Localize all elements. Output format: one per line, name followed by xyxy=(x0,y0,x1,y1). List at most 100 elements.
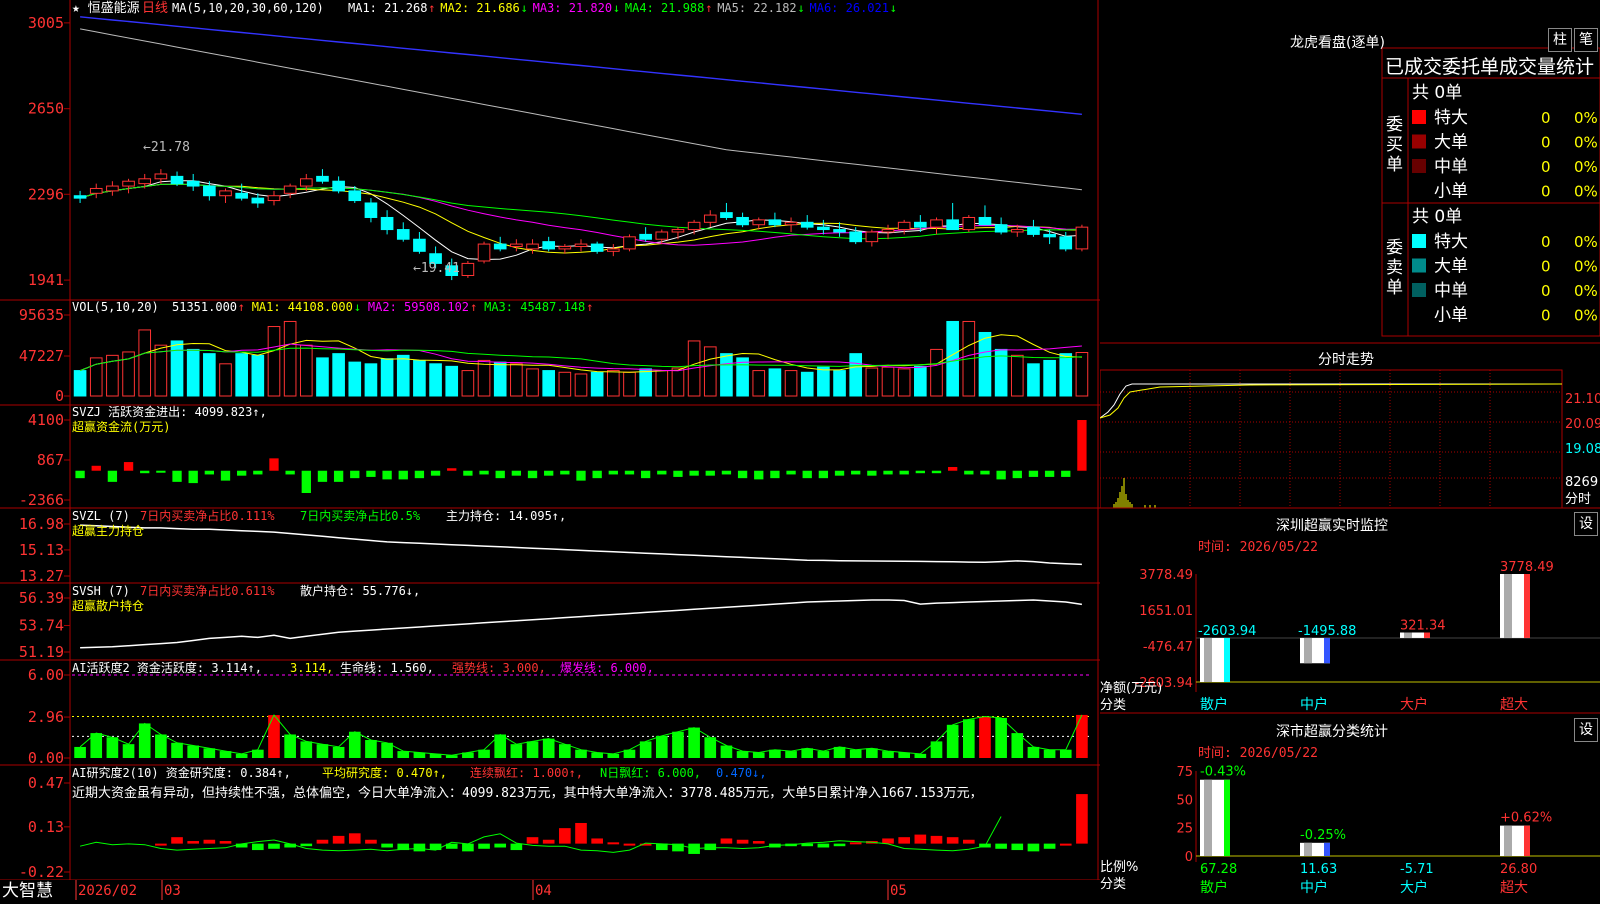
candle-body xyxy=(510,243,523,247)
ai-research-bar xyxy=(833,843,846,847)
ai-activity-bar xyxy=(478,749,490,758)
ai2-title-b: 平均研究度: 0.470↑, xyxy=(322,765,447,780)
candle-body xyxy=(348,190,362,202)
volume-bar xyxy=(267,326,281,397)
ma6-line xyxy=(80,16,1082,115)
candle-body xyxy=(590,243,604,252)
svzj-bar xyxy=(1028,470,1039,477)
shenshi-settings-button[interactable]: 设 xyxy=(1574,718,1598,742)
sell-row-count: 0 xyxy=(1541,258,1551,276)
sell-row-pct: 0% xyxy=(1574,307,1598,325)
svzj-bar xyxy=(980,470,990,475)
ma-arrow: ↓ xyxy=(890,1,897,15)
svzj-bar xyxy=(107,470,118,482)
svzj-bar xyxy=(382,470,392,480)
right-panel-svg: 委买单委卖单共 0单共 0单特大 0 0%大单 0 0%中单 0 0%小单 0 0%特大 0 0%大… xyxy=(1099,47,1600,896)
fenshi-price-line xyxy=(1099,383,1562,419)
candle-body xyxy=(703,214,717,223)
ai-research-bar xyxy=(494,843,507,848)
sell-row-pct: 0% xyxy=(1574,282,1598,300)
candle-body xyxy=(881,229,895,233)
shenzhen-settings-button[interactable]: 设 xyxy=(1574,512,1598,536)
high-price-marker: ←21.78 xyxy=(143,140,190,155)
stats-change-label: +0.62% xyxy=(1500,811,1552,826)
svzj-bar xyxy=(204,470,215,475)
volume-bar xyxy=(703,346,717,397)
kline-main-area[interactable]: 3005 2650 2296 1941 ←21.78 ←19.41 ★ 恒盛能源 日线 MA(5… xyxy=(0,0,1100,901)
svzj-bar xyxy=(576,470,586,481)
candle-body xyxy=(122,180,135,187)
ai-activity-bar xyxy=(155,734,167,758)
ai-research-bar xyxy=(542,839,555,844)
candle-body xyxy=(865,231,879,243)
volume-bar xyxy=(316,357,329,397)
candle-body xyxy=(671,229,685,233)
ai-research-bar xyxy=(203,839,216,844)
svzj-bar xyxy=(851,470,861,475)
sell-row-pct: 0% xyxy=(1574,233,1598,251)
candle-body xyxy=(267,195,281,202)
shenshi-stats-time: 时间: 2026/05/22 xyxy=(1198,746,1318,761)
y-tick-label: 3005 xyxy=(28,14,64,32)
ai-research-bar xyxy=(559,828,571,844)
svzj-bar xyxy=(156,470,166,473)
candle-body xyxy=(978,216,992,226)
ai-activity-bar xyxy=(1043,749,1056,758)
svzj-bar xyxy=(544,470,554,476)
low-price-marker: ←19.41 xyxy=(413,261,460,276)
monitor-y-tick: -476.47 xyxy=(1143,640,1193,655)
vol-title: VOL(5,10,20) xyxy=(72,300,159,314)
stats-value-label: 67.28 xyxy=(1200,862,1237,877)
y-tick-label: 2296 xyxy=(28,185,64,203)
stats-y-tick: 50 xyxy=(1176,793,1193,808)
ai-activity-bar xyxy=(801,748,814,758)
date-label: 04 xyxy=(535,883,552,899)
ai-activity-bar xyxy=(655,735,668,758)
ai-activity-bar xyxy=(866,748,878,758)
candle-body xyxy=(219,190,232,197)
candle-body xyxy=(817,226,830,231)
volume-bar xyxy=(800,371,814,397)
volume-bar xyxy=(671,367,685,397)
y-tick-label: -2366 xyxy=(19,491,64,509)
ai-activity-bar xyxy=(74,746,86,758)
candle-body xyxy=(106,185,119,192)
buy-row-name: 大单 xyxy=(1434,133,1468,153)
volume-bar xyxy=(655,370,669,397)
svzj-bar xyxy=(333,470,344,482)
monitor-bar xyxy=(1300,637,1330,664)
candle-body xyxy=(849,231,863,243)
volume-bar xyxy=(1059,353,1073,397)
volume-bar xyxy=(299,344,313,397)
ma-value: MA3: 21.820 xyxy=(533,1,612,15)
ai-activity-bar xyxy=(914,753,927,758)
ai-research-bar xyxy=(429,843,442,851)
y-tick-label: -0.22 xyxy=(19,863,64,881)
monitor-bar-shade xyxy=(1204,637,1212,682)
svzj-title: SVZJ 活跃资金进出: 4099.823↑, xyxy=(72,404,267,419)
ai-research-bar xyxy=(1011,843,1024,851)
ai-research-bar xyxy=(413,843,426,852)
svzj-bar xyxy=(899,470,909,475)
date-label: 03 xyxy=(164,883,181,899)
buy-row-pct: 0% xyxy=(1574,134,1598,152)
ai-activity-bar xyxy=(575,749,587,758)
ai-activity-bar xyxy=(995,717,1007,758)
fenshi-avg-line xyxy=(1099,383,1563,419)
candle-body xyxy=(283,185,297,194)
svzj-bar xyxy=(463,470,473,476)
bar-view-button[interactable]: 柱 xyxy=(1548,28,1572,52)
ai-activity-bar xyxy=(106,737,119,758)
ma-value: MA1: 21.268 xyxy=(348,1,427,15)
y-tick-label: 0.13 xyxy=(28,818,64,836)
ai-research-bar xyxy=(332,835,345,844)
ai-activity-bar xyxy=(672,731,684,758)
ai-activity-bar xyxy=(365,740,377,758)
volume-bar xyxy=(897,368,911,397)
buy-total: 共 0单 xyxy=(1412,83,1462,103)
buy-side-label: 委 xyxy=(1386,115,1403,135)
buy-row-pct: 0% xyxy=(1574,109,1598,127)
tick-view-button[interactable]: 笔 xyxy=(1574,28,1598,52)
svzj-bar xyxy=(640,470,651,479)
candle-body xyxy=(752,219,766,226)
